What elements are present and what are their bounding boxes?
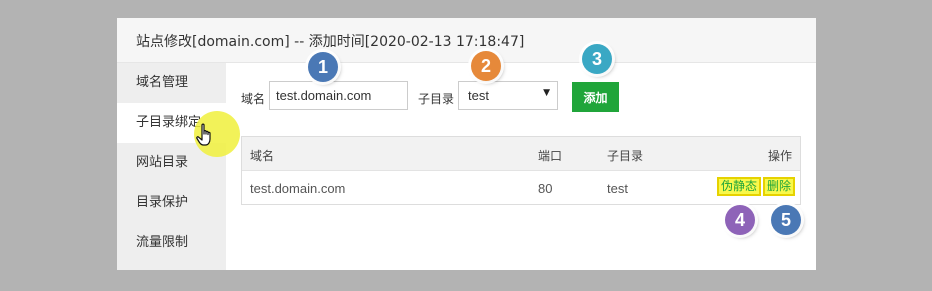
table-header: 域名 端口 子目录 操作 <box>242 137 800 171</box>
col-header-domain: 域名 <box>250 149 275 163</box>
domain-input[interactable] <box>269 81 408 110</box>
caret-down-icon: ▼ <box>543 88 550 98</box>
rewrite-button[interactable]: 伪静态 <box>717 177 762 196</box>
annotation-badge-2: 2 <box>471 51 501 81</box>
annotation-badge-5: 5 <box>771 205 801 235</box>
sidebar-item-traffic-limit[interactable]: 流量限制 <box>117 223 226 263</box>
col-header-port: 端口 <box>538 149 563 163</box>
add-button[interactable]: 添加 <box>572 82 619 112</box>
annotation-badge-3: 3 <box>582 44 612 74</box>
domain-label: 域名 <box>241 92 266 106</box>
col-header-subdir: 子目录 <box>607 149 644 163</box>
dialog-title: 站点修改[domain.com] -- 添加时间[2020-02-13 17:1… <box>136 34 525 50</box>
sidebar-item-domain-management[interactable]: 域名管理 <box>117 63 226 103</box>
cell-subdir: test <box>607 181 628 196</box>
annotation-badge-4: 4 <box>725 205 755 235</box>
sidebar: 域名管理 子目录绑定 网站目录 目录保护 流量限制 <box>117 63 226 270</box>
sidebar-item-directory-protection[interactable]: 目录保护 <box>117 183 226 223</box>
subdir-select-value: test <box>468 88 489 103</box>
cell-port: 80 <box>538 181 553 196</box>
subdir-select[interactable]: test ▼ <box>458 81 558 110</box>
hand-pointer-icon <box>196 123 211 146</box>
site-edit-dialog: 站点修改[domain.com] -- 添加时间[2020-02-13 17:1… <box>117 18 816 270</box>
subdir-label: 子目录 <box>418 92 455 106</box>
dialog-header: 站点修改[domain.com] -- 添加时间[2020-02-13 17:1… <box>117 18 816 63</box>
delete-button[interactable]: 删除 <box>763 177 796 196</box>
col-header-ops: 操作 <box>768 149 793 163</box>
cell-domain: test.domain.com <box>250 181 346 196</box>
annotation-badge-1: 1 <box>308 52 338 82</box>
